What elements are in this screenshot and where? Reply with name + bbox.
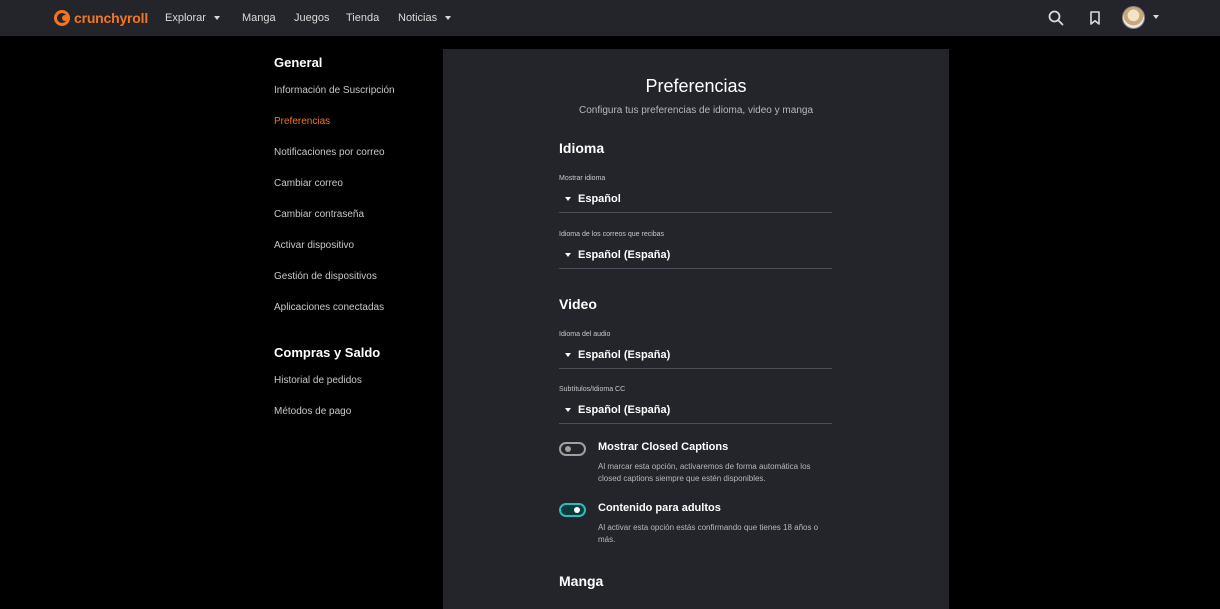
chevron-down-icon[interactable] bbox=[1153, 15, 1159, 19]
audio-language-select[interactable]: Español (España) bbox=[559, 345, 832, 369]
closed-captions-description: Al marcar esta opción, activaremos de fo… bbox=[598, 462, 811, 483]
closed-captions-title: Mostrar Closed Captions bbox=[598, 441, 729, 453]
sidebar-item-historial[interactable]: Historial de pedidos bbox=[274, 375, 362, 386]
page-subtitle: Configura tus preferencias de idioma, vi… bbox=[578, 105, 814, 116]
adult-content-description: Al activar esta opción estás confirmando… bbox=[598, 523, 819, 544]
section-title-idioma: Idioma bbox=[559, 140, 605, 156]
nav-explorar[interactable]: Explorar bbox=[165, 0, 220, 36]
nav-noticias[interactable]: Noticias bbox=[398, 0, 452, 36]
sidebar-item-aplicaciones[interactable]: Aplicaciones conectadas bbox=[274, 302, 384, 313]
chevron-down-icon bbox=[445, 16, 452, 20]
audio-language-value: Español (España) bbox=[578, 349, 671, 361]
toggle-knob bbox=[565, 446, 571, 452]
dropdown-arrow-icon bbox=[565, 353, 571, 357]
preferences-panel: Preferencias Configura tus preferencias … bbox=[443, 49, 949, 609]
sidebar-heading-general: General bbox=[274, 55, 323, 70]
top-nav-bar: crunchyroll Explorar Manga Juegos Tienda… bbox=[0, 0, 1220, 36]
section-title-manga: Manga bbox=[559, 573, 604, 589]
audio-language-label: Idioma del audio bbox=[559, 331, 611, 338]
nav-explorar-label: Explorar bbox=[165, 12, 206, 24]
sidebar-item-metodos-pago[interactable]: Métodos de pago bbox=[274, 406, 351, 417]
bookmark-icon[interactable] bbox=[1086, 9, 1104, 27]
sidebar-item-cambiar-contrasena[interactable]: Cambiar contraseña bbox=[274, 209, 364, 220]
dropdown-arrow-icon bbox=[565, 253, 571, 257]
email-language-label: Idioma de los correos que recibas bbox=[559, 231, 665, 238]
adult-content-toggle[interactable] bbox=[559, 503, 586, 517]
closed-captions-toggle[interactable] bbox=[559, 442, 586, 456]
section-title-video: Video bbox=[559, 296, 597, 312]
adult-content-title: Contenido para adultos bbox=[598, 502, 721, 514]
subtitles-language-value: Español (España) bbox=[578, 404, 671, 416]
crunchyroll-logo-icon bbox=[54, 10, 70, 26]
avatar[interactable] bbox=[1122, 6, 1145, 29]
display-language-select[interactable]: Español bbox=[559, 189, 832, 213]
subtitles-language-label: Subtítulos/Idioma CC bbox=[559, 386, 626, 393]
chevron-down-icon bbox=[213, 16, 220, 20]
nav-juegos[interactable]: Juegos bbox=[294, 0, 329, 36]
dropdown-arrow-icon bbox=[565, 197, 571, 201]
display-language-label: Mostrar idioma bbox=[559, 175, 606, 182]
dropdown-arrow-icon bbox=[565, 408, 571, 412]
sidebar-item-cambiar-correo[interactable]: Cambiar correo bbox=[274, 178, 343, 189]
sidebar-item-suscripcion[interactable]: Información de Suscripción bbox=[274, 85, 395, 96]
sidebar-item-activar-dispositivo[interactable]: Activar dispositivo bbox=[274, 240, 354, 251]
toggle-knob bbox=[574, 507, 580, 513]
sidebar-item-preferencias[interactable]: Preferencias bbox=[274, 116, 330, 127]
subtitles-language-select[interactable]: Español (España) bbox=[559, 400, 832, 424]
nav-tienda[interactable]: Tienda bbox=[346, 0, 379, 36]
display-language-value: Español bbox=[578, 193, 621, 205]
nav-manga[interactable]: Manga bbox=[242, 0, 276, 36]
search-icon[interactable] bbox=[1047, 9, 1065, 27]
email-language-value: Español (España) bbox=[578, 249, 671, 261]
logo-text: crunchyroll bbox=[74, 10, 149, 26]
crunchyroll-logo[interactable]: crunchyroll bbox=[54, 8, 148, 28]
sidebar-item-notificaciones[interactable]: Notificaciones por correo bbox=[274, 147, 385, 158]
sidebar-heading-compras: Compras y Saldo bbox=[274, 345, 381, 360]
email-language-select[interactable]: Español (España) bbox=[559, 245, 832, 269]
page-title: Preferencias bbox=[645, 76, 747, 96]
nav-noticias-label: Noticias bbox=[398, 12, 438, 24]
sidebar-item-gestion-dispositivos[interactable]: Gestión de dispositivos bbox=[274, 271, 377, 282]
